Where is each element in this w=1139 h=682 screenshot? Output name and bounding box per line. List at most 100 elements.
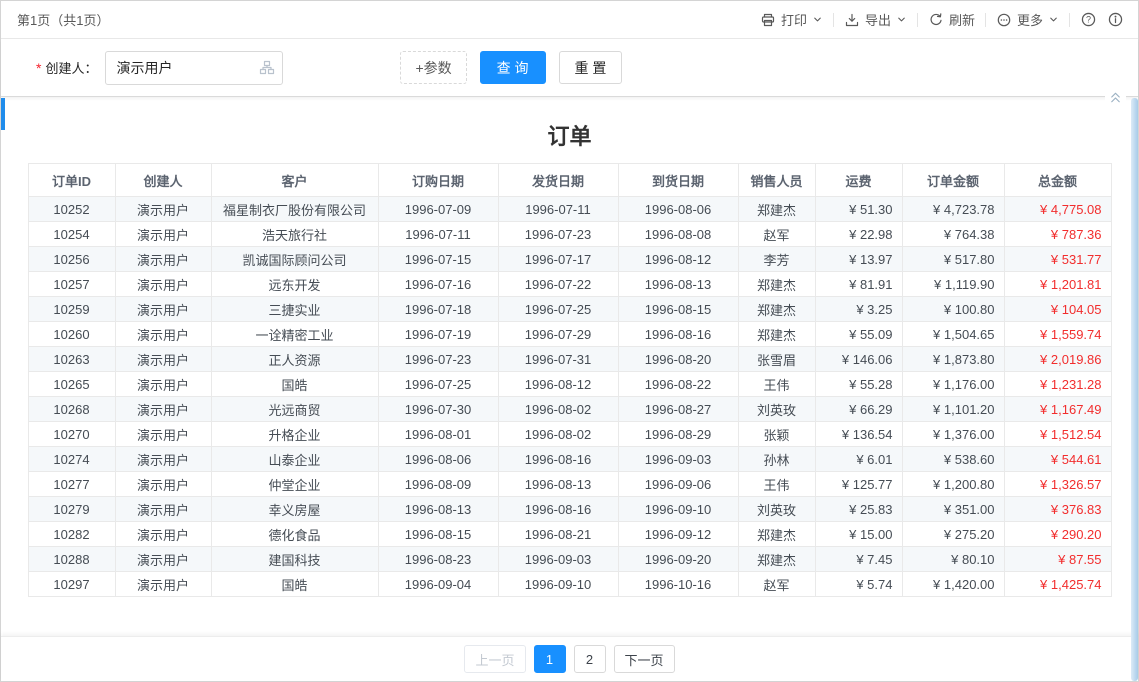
cell-salesperson: 刘英玫 xyxy=(738,497,815,522)
cell-arrival_date: 1996-09-06 xyxy=(618,472,738,497)
cell-creator: 演示用户 xyxy=(115,247,211,272)
cell-order_amount: ¥ 764.38 xyxy=(902,222,1004,247)
cell-customer: 国皓 xyxy=(211,372,378,397)
table-row: 10254演示用户浩天旅行社1996-07-111996-07-231996-0… xyxy=(28,222,1111,247)
cell-order_date: 1996-09-04 xyxy=(378,572,498,597)
table-row: 10288演示用户建国科技1996-08-231996-09-031996-09… xyxy=(28,547,1111,572)
collapse-filter-button[interactable] xyxy=(1105,90,1126,105)
column-header-total_amount: 总金额 xyxy=(1004,164,1111,197)
cell-order_amount: ¥ 538.60 xyxy=(902,447,1004,472)
toolbar-divider xyxy=(833,13,834,27)
cell-customer: 远东开发 xyxy=(211,272,378,297)
query-button[interactable]: 查 询 xyxy=(480,51,546,84)
help-button[interactable]: ? xyxy=(1080,11,1097,28)
print-button[interactable]: 打印 xyxy=(760,10,823,29)
cell-total_amount: ¥ 376.83 xyxy=(1004,497,1111,522)
cell-order_date: 1996-07-18 xyxy=(378,297,498,322)
cell-order_id: 10282 xyxy=(28,522,115,547)
cell-total_amount: ¥ 1,559.74 xyxy=(1004,322,1111,347)
cell-freight: ¥ 146.06 xyxy=(815,347,902,372)
cell-order_id: 10279 xyxy=(28,497,115,522)
help-icon: ? xyxy=(1080,11,1097,28)
cell-customer: 浩天旅行社 xyxy=(211,222,378,247)
cell-total_amount: ¥ 544.61 xyxy=(1004,447,1111,472)
pagination-bar: 上一页 12 下一页 xyxy=(1,636,1138,681)
add-param-button[interactable]: +参数 xyxy=(400,51,466,84)
more-icon xyxy=(996,12,1012,28)
cell-order_date: 1996-08-13 xyxy=(378,497,498,522)
cell-customer: 幸义房屋 xyxy=(211,497,378,522)
cell-freight: ¥ 66.29 xyxy=(815,397,902,422)
cell-arrival_date: 1996-08-15 xyxy=(618,297,738,322)
cell-creator: 演示用户 xyxy=(115,397,211,422)
cell-creator: 演示用户 xyxy=(115,372,211,397)
table-row: 10265演示用户国皓1996-07-251996-08-121996-08-2… xyxy=(28,372,1111,397)
cell-salesperson: 王伟 xyxy=(738,372,815,397)
required-asterisk: * xyxy=(36,60,41,76)
cell-order_date: 1996-07-19 xyxy=(378,322,498,347)
creator-input[interactable] xyxy=(105,51,283,85)
cell-ship_date: 1996-08-12 xyxy=(498,372,618,397)
cell-salesperson: 赵军 xyxy=(738,572,815,597)
export-label: 导出 xyxy=(865,10,891,29)
column-header-arrival_date: 到货日期 xyxy=(618,164,738,197)
download-icon xyxy=(844,12,860,28)
cell-total_amount: ¥ 1,512.54 xyxy=(1004,422,1111,447)
cell-customer: 一诠精密工业 xyxy=(211,322,378,347)
column-header-order_id: 订单ID xyxy=(28,164,115,197)
cell-customer: 德化食品 xyxy=(211,522,378,547)
more-button[interactable]: 更多 xyxy=(996,10,1059,29)
cell-creator: 演示用户 xyxy=(115,347,211,372)
vertical-scrollbar[interactable] xyxy=(1131,98,1138,681)
cell-freight: ¥ 5.74 xyxy=(815,572,902,597)
cell-order_date: 1996-08-23 xyxy=(378,547,498,572)
pagination-pages: 12 xyxy=(530,645,610,673)
cell-total_amount: ¥ 1,326.57 xyxy=(1004,472,1111,497)
cell-total_amount: ¥ 1,231.28 xyxy=(1004,372,1111,397)
sitemap-icon[interactable] xyxy=(259,60,275,76)
cell-ship_date: 1996-09-10 xyxy=(498,572,618,597)
cell-total_amount: ¥ 104.05 xyxy=(1004,297,1111,322)
cell-order_id: 10265 xyxy=(28,372,115,397)
export-button[interactable]: 导出 xyxy=(844,10,907,29)
cell-order_amount: ¥ 275.20 xyxy=(902,522,1004,547)
cell-arrival_date: 1996-09-03 xyxy=(618,447,738,472)
cell-order_amount: ¥ 4,723.78 xyxy=(902,197,1004,222)
table-row: 10263演示用户正人资源1996-07-231996-07-311996-08… xyxy=(28,347,1111,372)
toolbar-divider xyxy=(1069,13,1070,27)
cell-customer: 升格企业 xyxy=(211,422,378,447)
cell-order_amount: ¥ 1,101.20 xyxy=(902,397,1004,422)
report-content: 订单 订单ID创建人客户订购日期发货日期到货日期销售人员运费订单金额总金额 10… xyxy=(1,119,1138,597)
cell-arrival_date: 1996-09-10 xyxy=(618,497,738,522)
cell-salesperson: 郑建杰 xyxy=(738,522,815,547)
cell-salesperson: 张颖 xyxy=(738,422,815,447)
page-button-2[interactable]: 2 xyxy=(574,645,606,673)
refresh-button[interactable]: 刷新 xyxy=(928,10,975,29)
cell-ship_date: 1996-07-11 xyxy=(498,197,618,222)
cell-customer: 凯诚国际顾问公司 xyxy=(211,247,378,272)
column-header-ship_date: 发货日期 xyxy=(498,164,618,197)
cell-customer: 光远商贸 xyxy=(211,397,378,422)
table-row: 10279演示用户幸义房屋1996-08-131996-08-161996-09… xyxy=(28,497,1111,522)
cell-arrival_date: 1996-08-27 xyxy=(618,397,738,422)
toolbar-actions: 打印 导出 刷新 更多 xyxy=(760,10,1124,29)
next-page-button[interactable]: 下一页 xyxy=(614,645,675,673)
cell-creator: 演示用户 xyxy=(115,497,211,522)
info-button[interactable] xyxy=(1107,11,1124,28)
cell-order_amount: ¥ 1,420.00 xyxy=(902,572,1004,597)
reset-button[interactable]: 重 置 xyxy=(559,51,623,84)
cell-total_amount: ¥ 87.55 xyxy=(1004,547,1111,572)
page-button-1[interactable]: 1 xyxy=(534,645,566,673)
cell-order_date: 1996-07-11 xyxy=(378,222,498,247)
creator-label: 创建人： xyxy=(45,58,97,77)
table-row: 10268演示用户光远商贸1996-07-301996-08-021996-08… xyxy=(28,397,1111,422)
cell-order_id: 10274 xyxy=(28,447,115,472)
cell-ship_date: 1996-08-16 xyxy=(498,497,618,522)
prev-page-button[interactable]: 上一页 xyxy=(464,645,525,673)
column-header-customer: 客户 xyxy=(211,164,378,197)
cell-ship_date: 1996-09-03 xyxy=(498,547,618,572)
cell-arrival_date: 1996-08-20 xyxy=(618,347,738,372)
orders-table: 订单ID创建人客户订购日期发货日期到货日期销售人员运费订单金额总金额 10252… xyxy=(28,163,1112,597)
cell-order_date: 1996-08-15 xyxy=(378,522,498,547)
table-row: 10282演示用户德化食品1996-08-151996-08-211996-09… xyxy=(28,522,1111,547)
